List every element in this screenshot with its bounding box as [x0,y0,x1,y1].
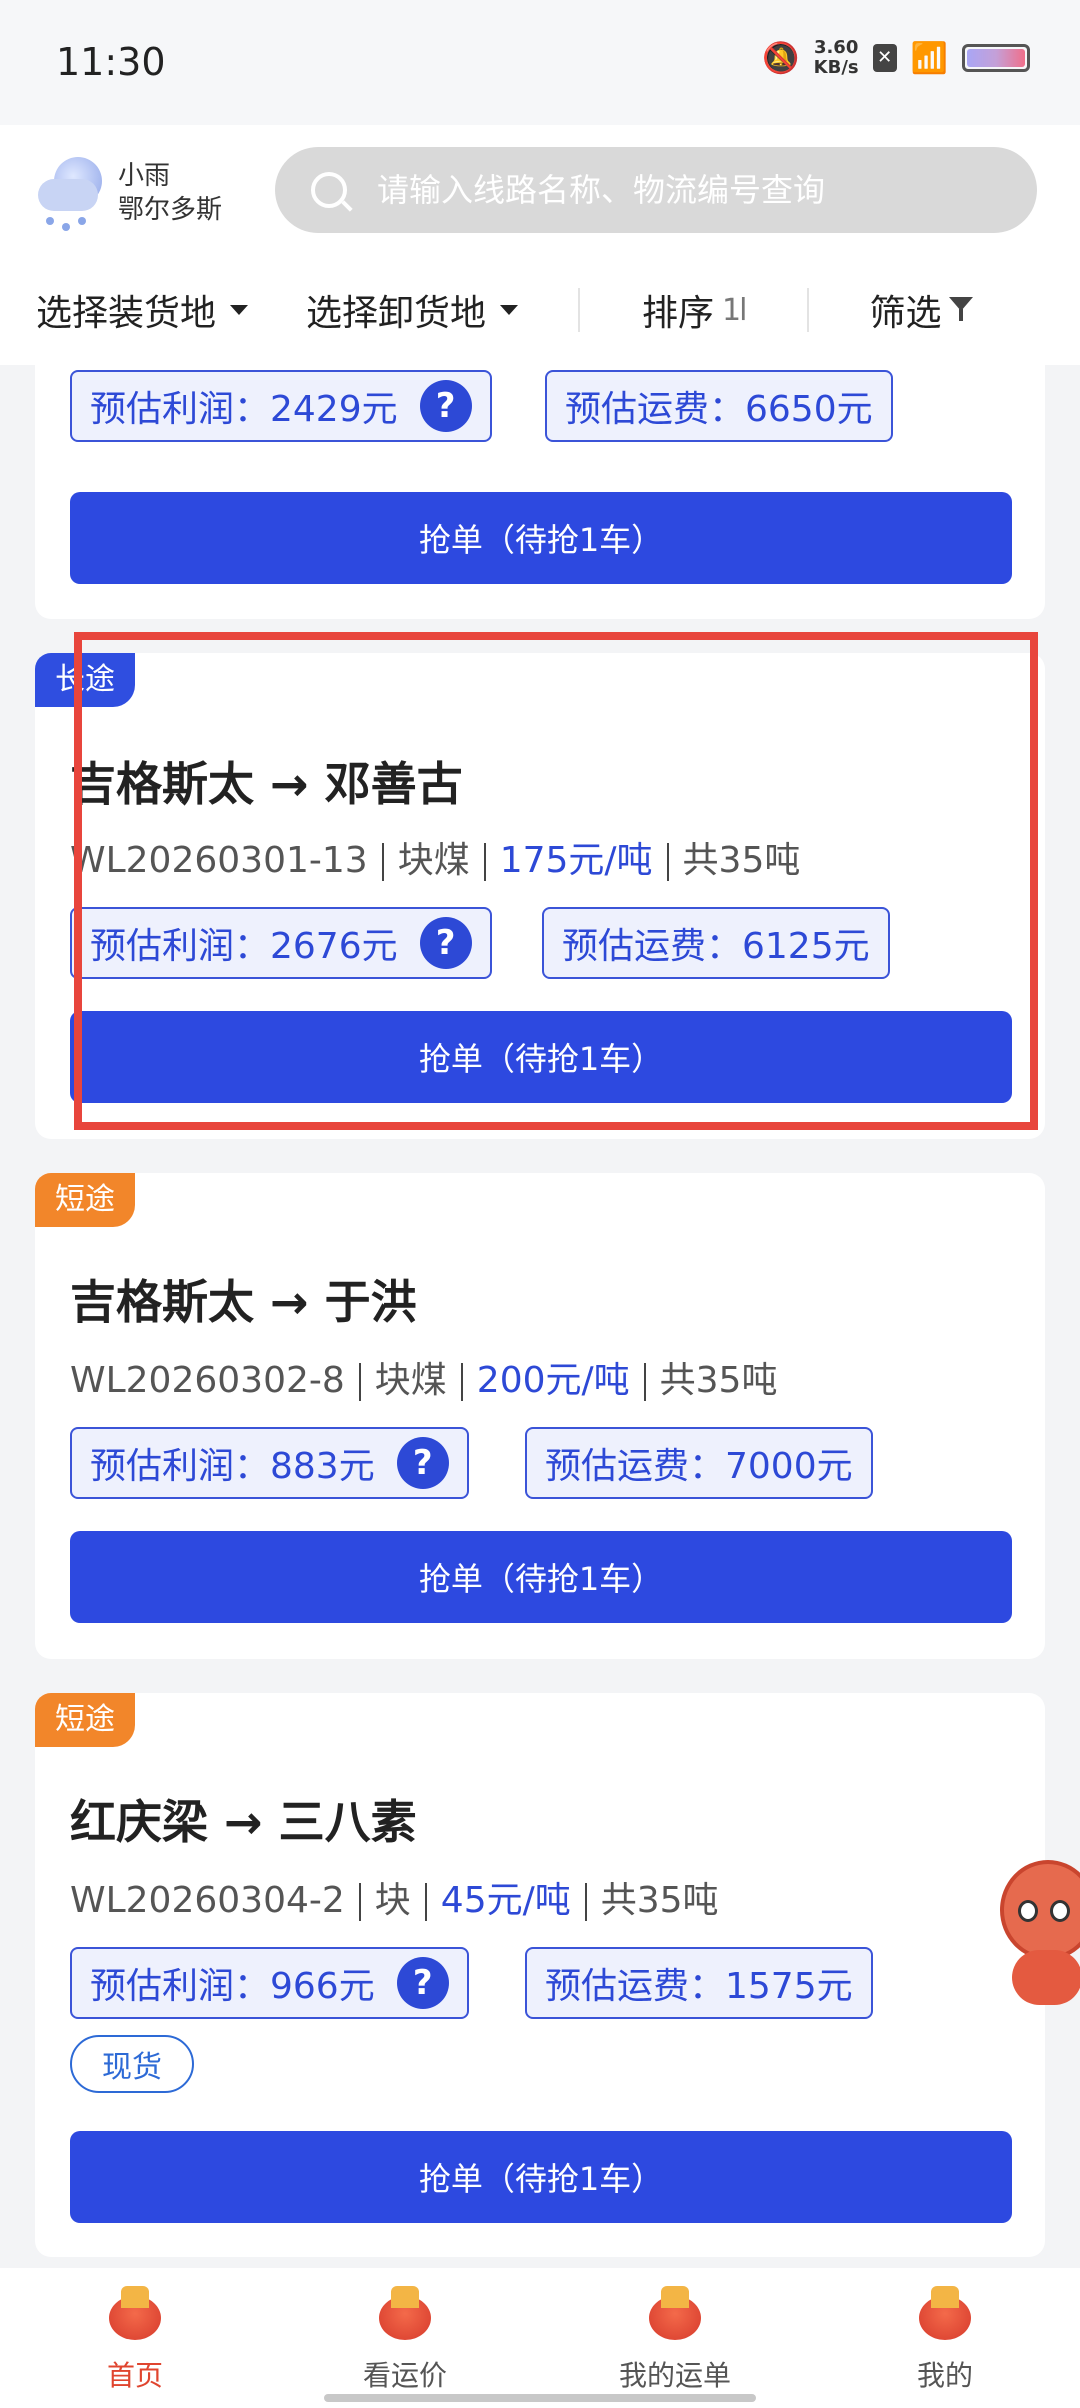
home-indicator[interactable] [324,2394,756,2402]
caret-down-icon [500,305,519,315]
battery-icon [962,44,1030,72]
total-weight: 共35吨 [659,1360,778,1401]
search-input[interactable] [377,171,997,209]
rain-cloud-icon [36,153,108,233]
route-title: 吉格斯太 → 邓善古 [70,757,463,811]
sim-off-icon: ✕ [872,44,897,72]
route-title: 吉格斯太 → 于洪 [70,1275,417,1329]
weather-city: 鄂尔多斯 [118,195,223,225]
question-icon[interactable]: ? [396,1437,449,1489]
order-card: 预估利润：2429元? 预估运费：6650元 抢单（待抢1车） [35,365,1045,619]
status-time: 11:30 [56,40,166,84]
weather-condition: 小雨 [118,161,171,191]
status-bar: 11:30 🔕 3.60 KB/s ✕ 📶 [0,0,1080,125]
divider [807,288,810,332]
unit-price: 200元/吨 [476,1360,630,1401]
funnel-icon [949,295,979,325]
cargo-type: 块煤 [397,840,470,881]
order-meta: WL20260301-13 块煤 175元/吨 共35吨 [70,831,800,883]
bottom-nav: 首页 看运价 我的运单 我的 [0,2268,1080,2408]
order-list[interactable]: 预估利润：2429元? 预估运费：6650元 抢单（待抢1车） 长途 吉格斯太 … [0,365,1080,2265]
grab-order-button[interactable]: 抢单（待抢1车） [70,2131,1012,2223]
grab-order-button[interactable]: 抢单（待抢1车） [70,492,1012,584]
cargo-type: 块 [374,1880,411,1921]
unload-place-dropdown[interactable]: 选择卸货地 [306,284,519,336]
mute-bell-icon: 🔕 [762,40,800,76]
freight-price-icon [373,2286,437,2344]
wifi-icon: 📶 [910,40,948,76]
order-card: 短途 红庆梁 → 三八素 WL20260304-2 块 45元/吨 共35吨 预估利润… [35,1693,1045,2257]
question-icon[interactable]: ? [419,917,472,969]
profit-chip[interactable]: 预估利润：966元? [70,1947,469,2019]
route-type-tag: 长途 [35,653,135,707]
filter-button[interactable]: 筛选 [869,284,979,336]
question-icon[interactable]: ? [396,1957,449,2009]
fee-chip: 预估运费：6125元 [542,907,890,979]
order-id: WL20260301-13 [70,840,368,881]
sort-button[interactable]: 排序 1l [642,284,747,336]
divider [578,288,581,332]
unit-price: 175元/吨 [499,840,653,881]
fee-chip: 预估运费：7000元 [525,1427,873,1499]
grab-order-button[interactable]: 抢单（待抢1车） [70,1531,1012,1623]
order-id: WL20260304-2 [70,1880,345,1921]
order-meta: WL20260302-8 块煤 200元/吨 共35吨 [70,1351,777,1403]
sort-icon: 1l [722,292,747,328]
nav-profile[interactable]: 我的 [810,2268,1080,2408]
order-card: 长途 吉格斯太 → 邓善古 WL20260301-13 块煤 175元/吨 共35吨 … [35,653,1045,1139]
profit-chip[interactable]: 预估利润：883元? [70,1427,469,1499]
unit-price: 45元/吨 [440,1880,571,1921]
home-icon [103,2286,167,2344]
search-bar[interactable] [275,147,1037,233]
route-type-tag: 短途 [35,1173,135,1227]
search-icon [311,172,347,208]
mascot-float-icon[interactable] [992,1850,1080,2010]
caret-down-icon [230,305,249,315]
route-title: 红庆梁 → 三八素 [70,1795,417,1849]
status-icons: 🔕 3.60 KB/s ✕ 📶 [762,38,1030,78]
fee-chip: 预估运费：6650元 [545,370,893,442]
order-id: WL20260302-8 [70,1360,345,1401]
nav-home[interactable]: 首页 [0,2268,270,2408]
profit-chip[interactable]: 预估利润：2676元? [70,907,492,979]
total-weight: 共35吨 [600,1880,719,1921]
waybill-icon [643,2286,707,2344]
total-weight: 共35吨 [682,840,801,881]
route-type-tag: 短途 [35,1693,135,1747]
network-speed: 3.60 KB/s [813,37,859,78]
nav-my-waybill[interactable]: 我的运单 [540,2268,810,2408]
profit-chip[interactable]: 预估利润：2429元? [70,370,492,442]
order-card: 短途 吉格斯太 → 于洪 WL20260302-8 块煤 200元/吨 共35吨 预估… [35,1173,1045,1659]
order-meta: WL20260304-2 块 45元/吨 共35吨 [70,1871,719,1923]
grab-order-button[interactable]: 抢单（待抢1车） [70,1011,1012,1103]
weather-widget[interactable]: 小雨 鄂尔多斯 [36,153,222,233]
cargo-type: 块煤 [374,1360,447,1401]
nav-freight-price[interactable]: 看运价 [270,2268,540,2408]
fee-chip: 预估运费：1575元 [525,1947,873,2019]
profile-icon [913,2286,977,2344]
load-place-dropdown[interactable]: 选择装货地 [36,284,249,336]
filter-bar: 选择装货地 选择卸货地 排序 1l 筛选 [0,255,1080,365]
header: 小雨 鄂尔多斯 [0,125,1080,255]
spot-goods-tag: 现货 [70,2035,194,2093]
question-icon[interactable]: ? [419,380,472,432]
